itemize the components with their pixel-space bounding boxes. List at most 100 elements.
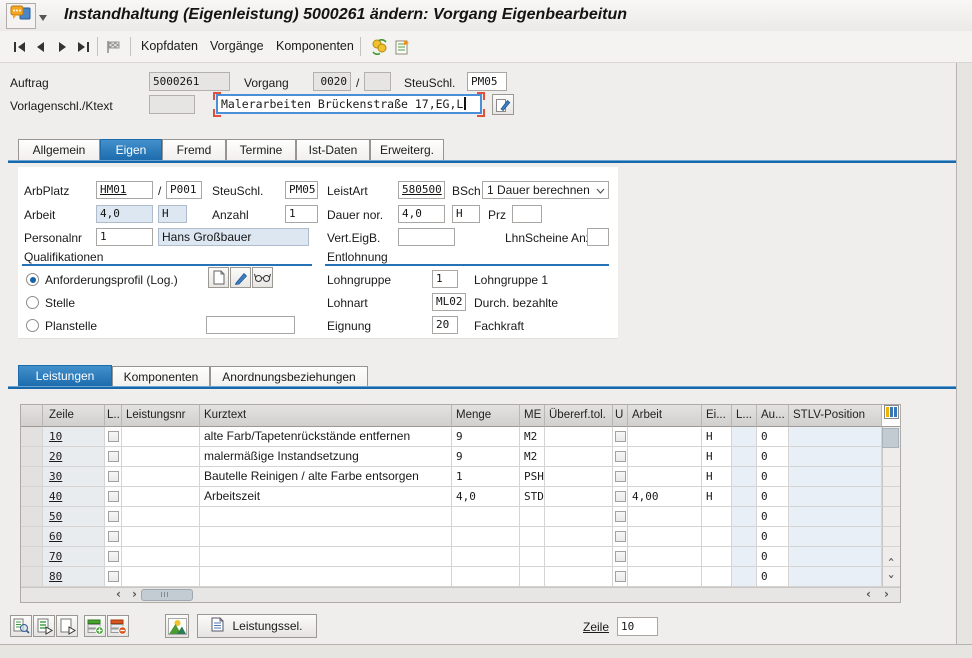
leistungsnr-cell[interactable] <box>122 447 200 467</box>
leistungsnr-cell[interactable] <box>122 527 200 547</box>
tab-leistungen[interactable]: Leistungen <box>18 365 112 386</box>
stlv-cell[interactable] <box>789 487 882 507</box>
tab-anordnungsbeziehungen[interactable]: Anordnungsbeziehungen <box>210 366 368 387</box>
u-checkbox[interactable] <box>615 531 626 542</box>
column-config-button[interactable] <box>884 405 899 427</box>
insert-row-button[interactable] <box>84 615 106 637</box>
l-checkbox[interactable] <box>108 471 119 482</box>
column-header[interactable]: Kurztext <box>200 405 452 427</box>
leistungssel-button[interactable]: Leistungssel. <box>197 614 317 638</box>
uebererf-cell[interactable] <box>545 427 613 447</box>
scroll-right-button[interactable]: › <box>127 588 142 601</box>
column-header[interactable]: L.. <box>105 405 122 427</box>
kurztext-cell[interactable] <box>200 507 452 527</box>
arbplatz-field[interactable]: HM01 <box>96 181 153 199</box>
stlv-cell[interactable] <box>789 447 882 467</box>
row-selector[interactable] <box>21 567 43 587</box>
kurztext-cell[interactable]: Bautelle Reinigen / alte Farbe entsorgen <box>200 467 452 487</box>
column-header[interactable]: Ei... <box>702 405 732 427</box>
row-selector[interactable] <box>21 467 43 487</box>
arbeit-cell[interactable] <box>628 467 702 487</box>
column-header[interactable]: Menge <box>452 405 520 427</box>
bsch-dropdown[interactable]: 1 Dauer berechnen <box>482 181 609 199</box>
u-checkbox[interactable] <box>615 431 626 442</box>
ei-cell[interactable] <box>702 547 732 567</box>
tab-komponenten[interactable]: Komponenten <box>112 366 210 387</box>
row-selector[interactable] <box>21 527 43 547</box>
stlv-cell[interactable] <box>789 567 882 587</box>
zeile-link[interactable]: 50 <box>49 510 62 523</box>
tab-allgemein[interactable]: Allgemein <box>18 139 100 160</box>
radio-anforderungsprofil[interactable] <box>26 273 39 286</box>
l-checkbox[interactable] <box>108 491 119 502</box>
werk-field[interactable]: P001 <box>166 181 202 199</box>
column-header[interactable]: L... <box>732 405 757 427</box>
leistungsnr-cell[interactable] <box>122 567 200 587</box>
display-service-button[interactable] <box>10 615 32 637</box>
arbeit-cell[interactable] <box>628 447 702 467</box>
scroll-left-button[interactable]: ‹ <box>111 588 126 601</box>
column-header[interactable]: U <box>613 405 628 427</box>
me-cell[interactable] <box>520 507 545 527</box>
column-header[interactable]: Zeile <box>43 405 105 427</box>
edit-longtext-button[interactable] <box>492 94 514 115</box>
u-checkbox[interactable] <box>615 471 626 482</box>
l-checkbox[interactable] <box>108 551 119 562</box>
menge-cell[interactable]: 4,0 <box>452 487 520 507</box>
zeile-link[interactable]: 70 <box>49 550 62 563</box>
row-selector[interactable] <box>21 547 43 567</box>
kurztext-cell[interactable]: alte Farb/Tapetenrückstände entfernen <box>200 427 452 447</box>
zeile-link[interactable]: 30 <box>49 470 62 483</box>
menge-cell[interactable] <box>452 547 520 567</box>
scroll-down-button[interactable]: › <box>884 569 899 584</box>
stlv-cell[interactable] <box>789 507 882 527</box>
menge-cell[interactable]: 1 <box>452 467 520 487</box>
display-profile-button[interactable] <box>252 267 273 288</box>
scroll-up-button[interactable]: ‹ <box>884 552 899 567</box>
u-checkbox[interactable] <box>615 571 626 582</box>
me-cell[interactable] <box>520 567 545 587</box>
uebererf-cell[interactable] <box>545 527 613 547</box>
tab-termine[interactable]: Termine <box>226 139 296 160</box>
ktext-input[interactable]: Malerarbeiten Brückenstraße 17,EG,L <box>216 94 482 114</box>
lhnscheine-field[interactable] <box>587 228 609 246</box>
uebererf-cell[interactable] <box>545 487 613 507</box>
scroll-left-button-2[interactable]: ‹ <box>861 588 876 601</box>
vorgaenge-button[interactable]: Vorgänge <box>210 39 264 53</box>
selector-column-header[interactable] <box>21 405 43 427</box>
uebererf-cell[interactable] <box>545 447 613 467</box>
zeile-link[interactable]: 40 <box>49 490 62 503</box>
me-cell[interactable]: M2 <box>520 427 545 447</box>
verteigb-field[interactable] <box>398 228 455 246</box>
planstelle-field[interactable] <box>206 316 295 334</box>
row-selector[interactable] <box>21 487 43 507</box>
menge-cell[interactable]: 9 <box>452 427 520 447</box>
arbeit-unit-field[interactable]: H <box>158 205 187 223</box>
ei-cell[interactable] <box>702 507 732 527</box>
me-cell[interactable]: STD <box>520 487 545 507</box>
prz-field[interactable] <box>512 205 542 223</box>
ei-cell[interactable]: H <box>702 467 732 487</box>
leistungsnr-cell[interactable] <box>122 547 200 567</box>
auftrag-field[interactable]: 5000261 <box>149 72 230 91</box>
me-cell[interactable] <box>520 527 545 547</box>
leistungsnr-cell[interactable] <box>122 487 200 507</box>
leistart-field[interactable]: 580500 <box>398 181 445 199</box>
copy-empty-service-button[interactable] <box>56 615 78 637</box>
l-checkbox[interactable] <box>108 451 119 462</box>
l-checkbox[interactable] <box>108 571 119 582</box>
tab-eigen[interactable]: Eigen <box>100 139 162 160</box>
stlv-cell[interactable] <box>789 427 882 447</box>
me-cell[interactable]: PSH <box>520 467 545 487</box>
copy-service-button[interactable] <box>33 615 55 637</box>
vorlage-field[interactable] <box>149 95 195 114</box>
service-graphic-button[interactable] <box>165 614 189 638</box>
leistungsnr-cell[interactable] <box>122 507 200 527</box>
menge-cell[interactable] <box>452 567 520 587</box>
edit-profile-button[interactable] <box>230 267 251 288</box>
zeile-link[interactable]: 80 <box>49 570 62 583</box>
horizontal-scrollbar-thumb[interactable] <box>141 589 193 601</box>
column-header[interactable]: STLV-Position <box>789 405 882 427</box>
tab-erweiterg[interactable]: Erweiterg. <box>370 139 444 160</box>
window-menu-button[interactable] <box>37 12 49 24</box>
